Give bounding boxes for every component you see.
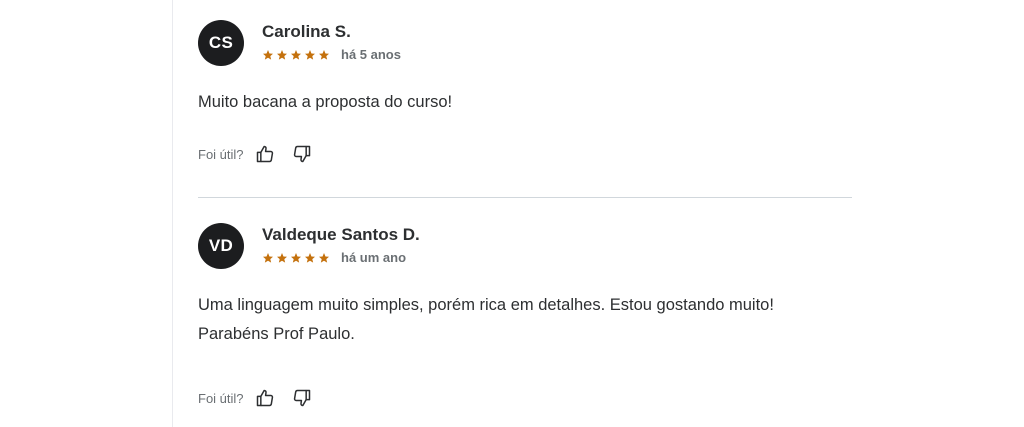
avatar: CS — [198, 20, 244, 66]
review-meta: Carolina S. há 5 anos — [262, 20, 401, 62]
rating-row: há um ano — [262, 250, 420, 265]
helpful-label: Foi útil? — [198, 146, 244, 162]
thumbs-down-button[interactable] — [291, 387, 313, 409]
review-text-line: Muito bacana a proposta do curso! — [198, 93, 453, 111]
review-header: VD Valdeque Santos D. há um ano — [198, 223, 852, 269]
helpful-row: Foi útil? — [198, 387, 852, 409]
review-content: Muito bacana a proposta do curso! — [198, 88, 852, 117]
thumbs-down-icon — [293, 389, 310, 407]
star-rating — [262, 252, 330, 264]
star-icon — [277, 252, 287, 263]
star-icon — [305, 49, 315, 60]
review-text-line: Parabéns Prof Paulo. — [198, 325, 355, 343]
avatar: VD — [198, 223, 244, 269]
review-time: há um ano — [341, 250, 407, 265]
reviewer-name: Carolina S. — [262, 22, 351, 41]
thumbs-up-icon — [256, 389, 273, 407]
star-icon — [319, 49, 329, 60]
star-icon — [263, 252, 273, 263]
panel-border — [172, 0, 173, 427]
thumbs-up-button[interactable] — [254, 143, 276, 165]
review-time: há 5 anos — [341, 47, 401, 62]
thumbs-down-button[interactable] — [291, 143, 313, 165]
review-header: CS Carolina S. há 5 anos — [198, 20, 852, 66]
star-icon — [291, 252, 301, 263]
star-icon — [263, 49, 273, 60]
star-icon — [319, 252, 329, 263]
review-text-line: Uma linguagem muito simples, porém rica … — [198, 296, 774, 314]
star-icon — [291, 49, 301, 60]
thumbs-up-button[interactable] — [254, 387, 276, 409]
star-rating — [262, 49, 330, 61]
rating-row: há 5 anos — [262, 47, 401, 62]
helpful-label: Foi útil? — [198, 390, 244, 406]
thumbs-down-icon — [293, 145, 310, 163]
review-divider — [198, 197, 852, 198]
review-item: CS Carolina S. há 5 anos Muito bacana a … — [198, 20, 852, 165]
helpful-row: Foi útil? — [198, 143, 852, 165]
reviewer-name: Valdeque Santos D. — [262, 225, 420, 244]
star-icon — [305, 252, 315, 263]
review-item: VD Valdeque Santos D. há um ano Uma ling… — [198, 223, 852, 409]
reviews-panel: CS Carolina S. há 5 anos Muito bacana a … — [0, 0, 1024, 427]
review-content: Uma linguagem muito simples, porém rica … — [198, 291, 852, 349]
star-icon — [277, 49, 287, 60]
review-meta: Valdeque Santos D. há um ano — [262, 223, 420, 265]
thumbs-up-icon — [256, 145, 273, 163]
